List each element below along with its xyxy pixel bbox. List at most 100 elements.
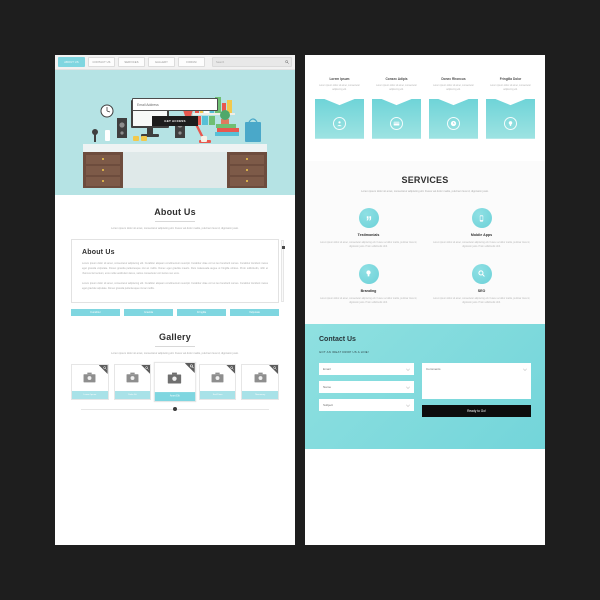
contact-submit-button[interactable]: Ready to Go! [422,404,531,417]
about-button-vulputate[interactable]: Vulputate [230,308,279,316]
about-section-title: About Us [154,207,196,217]
feature-title: Lorem Ipsum [329,77,350,81]
nav-item-forum[interactable]: FORUM [178,57,205,67]
feature-card-fringilla-dolor[interactable]: Fringilla Dolor Lorem ipsum dolor sit am… [486,77,535,139]
carousel-handle[interactable] [173,407,177,412]
gallery-caption: Amet Elit [155,392,195,401]
feature-description: Lorem ipsum dolor sit amet, consectetur … [376,85,417,92]
email-input[interactable]: Email Address [132,98,218,111]
gallery-item[interactable]: Lorem Ipsum [71,363,109,400]
feature-card-donec-rhoncus[interactable]: Donec Rhoncus Lorem ipsum dolor sit amet… [429,77,478,139]
nav-label: FORUM [186,60,197,64]
service-seo[interactable]: SEO Lorem ipsum dolor sit amet, consecte… [430,263,533,306]
title-divider [155,221,195,222]
feature-card-lorem-ipsum[interactable]: Lorem Ipsum Lorem ipsum dolor sit amet, … [315,77,364,139]
button-label: Fringilla [196,310,207,314]
service-description: Lorem ipsum dolor sit amet, consectetur … [433,242,530,249]
bulb-icon [508,120,513,126]
service-branding[interactable]: Branding Lorem ipsum dolor sit amet, con… [317,263,420,306]
about-section-subtitle: Lorem ipsum dolor sit amet, consectetur … [111,227,239,230]
right-page-mockup: Lorem Ipsum Lorem ipsum dolor sit amet, … [305,55,545,545]
about-button-fringilla[interactable]: Fringilla [177,308,226,316]
feature-panel [486,98,535,139]
contact-email-field[interactable]: Email [319,362,414,375]
card-icon [393,121,400,126]
left-page-mockup: ABOUT US CONTACT US SERVICES GALLERY FOR… [55,55,295,545]
gallery-thumbnail [200,365,236,391]
hero-signup-form: Email Address GET ACCESS [55,98,295,126]
service-mobile-apps[interactable]: Mobile Apps Lorem ipsum dolor sit amet, … [430,208,533,250]
image-placeholder-icon [126,373,139,383]
gallery-section-subtitle: Lorem ipsum dolor sit amet, consectetur … [111,351,239,355]
service-title: Branding [360,288,377,293]
user-icon [337,120,342,126]
services-section: SERVICES Lorem ipsum dolor sit amet, con… [305,160,545,324]
service-description: Lorem ipsum dolor sit amet, consectetur … [320,297,417,305]
field-placeholder: Subject [323,402,334,407]
scrollbar-thumb[interactable] [282,246,285,250]
get-access-label: GET ACCESS [164,119,186,123]
contact-comments-field[interactable]: Comments [422,362,531,399]
search-icon [285,60,289,64]
service-testimonials[interactable]: Testimonials Lorem ipsum dolor sit amet,… [317,208,420,250]
gallery-section: Gallery Lorem ipsum dolor sit amet, cons… [55,316,295,412]
mobile-icon [479,215,484,222]
gallery-item[interactable]: Sed Diam [198,363,237,400]
contact-form: Email Name Subject Comments Ready to Go! [319,362,531,417]
email-placeholder: Email Address [137,102,159,107]
services-subtitle: Lorem ipsum dolor sit amet, consectetur … [361,189,489,193]
feature-panel [315,98,364,139]
gallery-item-active[interactable]: Amet Elit [153,361,197,403]
nav-item-services[interactable]: SERVICES [118,57,145,67]
gallery-item[interactable]: Dolor Sit [113,363,152,400]
icon-circle [358,263,379,284]
nav-label: ABOUT US [64,60,79,64]
gallery-carousel: Lorem Ipsum Dolor Sit Amet Elit Sed Diam… [71,361,279,403]
about-button-curabitur[interactable]: Curabitur [71,308,120,316]
gallery-section-title: Gallery [159,331,191,342]
gallery-caption: Nonummy [242,390,278,399]
navigation-bar: ABOUT US CONTACT US SERVICES GALLERY FOR… [55,55,295,70]
feature-card-consec-adipis[interactable]: Consec Adipis Lorem ipsum dolor sit amet… [372,77,421,139]
icon-circle [333,116,346,130]
field-placeholder: Name [323,384,332,389]
get-access-button[interactable]: GET ACCESS [152,116,198,126]
gallery-item[interactable]: Nonummy [241,363,279,400]
about-card-title: About Us [82,249,115,257]
feature-panel [429,98,478,139]
feature-panel [372,98,421,139]
feature-description: Lorem ipsum dolor sit amet, consectetur … [490,85,531,92]
feature-description: Lorem ipsum dolor sit amet, consectetur … [433,85,474,92]
contact-form-right: Comments Ready to Go! [422,362,531,417]
button-label: Vulputate [249,310,260,314]
search-placeholder: Search [216,60,225,64]
nav-item-gallery[interactable]: GALLERY [148,57,175,67]
contact-subject-field[interactable]: Subject [319,398,414,411]
image-placeholder-icon [211,373,224,383]
magnifier-icon [102,366,107,370]
field-placeholder: Comments [426,366,441,371]
nav-item-contact-us[interactable]: CONTACT US [88,57,115,67]
service-title: Mobile Apps [470,233,493,238]
icon-circle [447,116,460,130]
nav-label: CONTACT US [92,60,111,64]
clock-icon [450,120,457,126]
about-button-gravida[interactable]: Gravida [124,308,173,316]
service-description: Lorem ipsum dolor sit amet, consectetur … [320,242,417,249]
gallery-thumbnail [72,365,108,391]
nav-item-about-us[interactable]: ABOUT US [58,57,85,67]
magnifier-icon [273,366,277,370]
gallery-caption: Lorem Ipsum [72,390,108,399]
gallery-thumbnail [155,363,195,392]
button-label: Curabitur [90,310,101,314]
scrollbar[interactable] [281,240,285,302]
title-divider [155,345,195,347]
submit-label: Ready to Go! [467,408,486,413]
hero-section: Email Address GET ACCESS [55,70,295,195]
contact-name-field[interactable]: Name [319,380,414,393]
carousel-slider[interactable] [81,407,269,412]
service-description: Lorem ipsum dolor sit amet, consectetur … [433,297,530,305]
magnifier-icon [230,366,235,370]
search-input[interactable]: Search [212,57,292,67]
contact-title: Contact Us [319,335,356,343]
